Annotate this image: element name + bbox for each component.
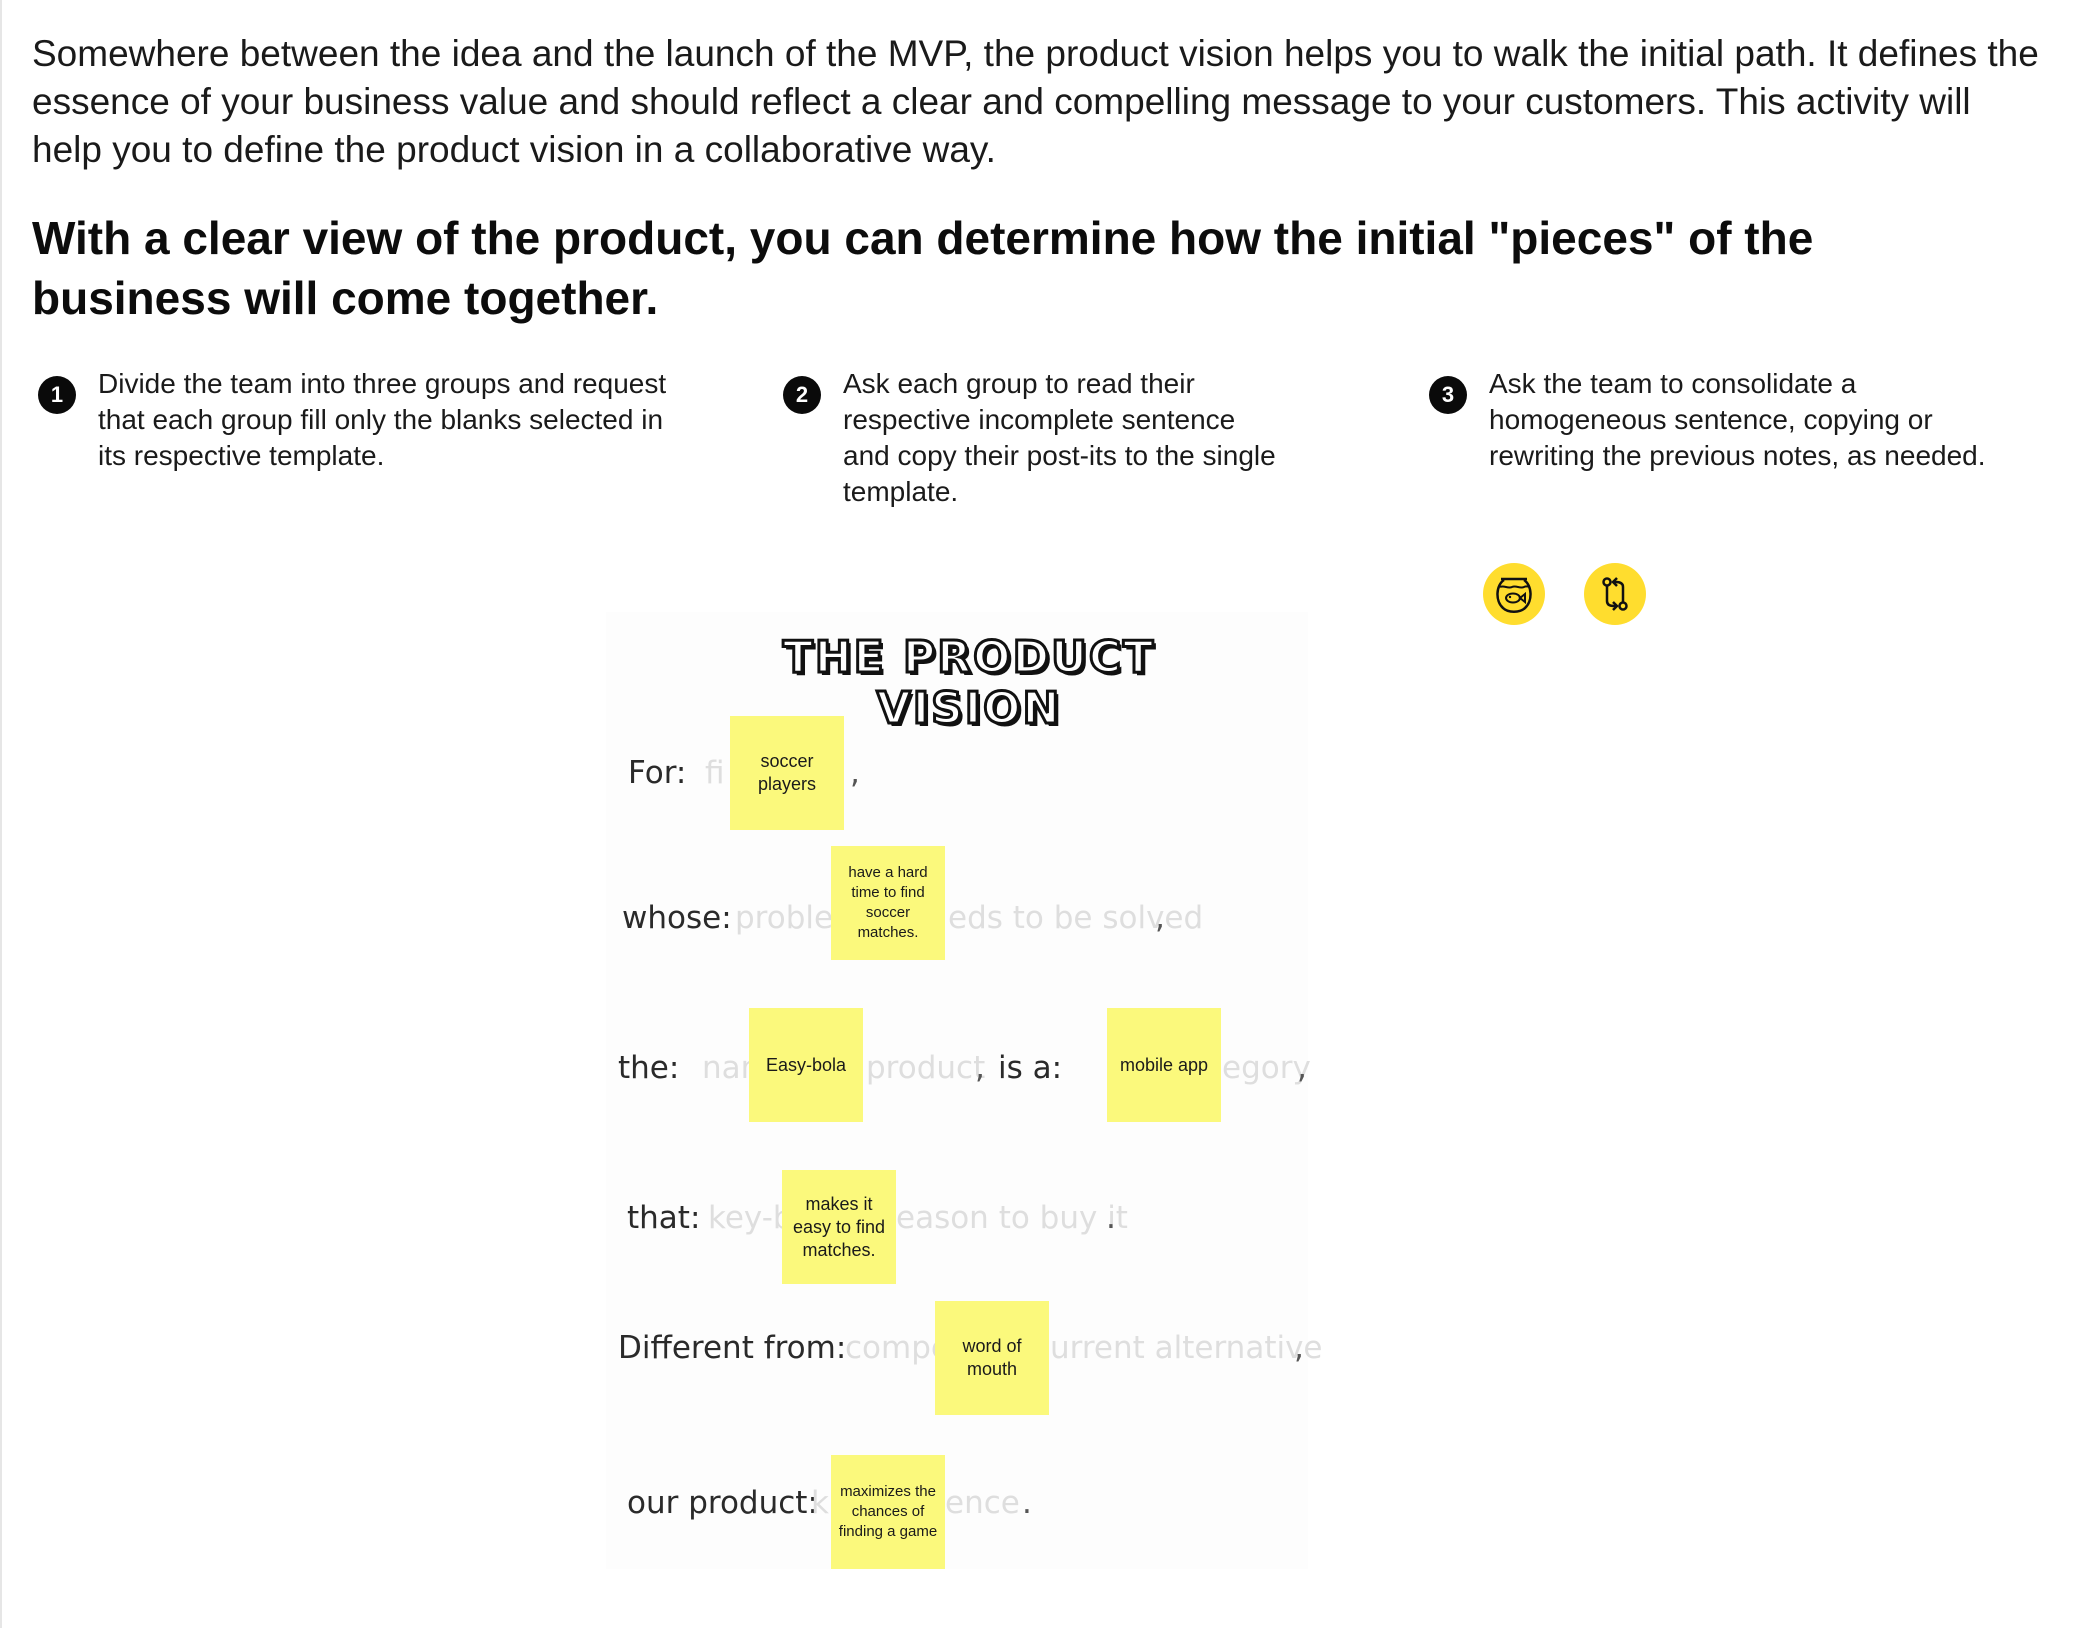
sticky-note[interactable]: soccer players	[730, 716, 844, 830]
headline: With a clear view of the product, you ca…	[32, 212, 1814, 324]
sticky-note[interactable]: have a hard time to find soccer matches.	[831, 846, 945, 960]
sticky-note[interactable]: makes it easy to find matches.	[782, 1170, 896, 1284]
label-that: that:	[627, 1200, 701, 1236]
step-number-badge: 1	[38, 376, 76, 414]
step-text: Ask the team to consolidate a homogeneou…	[1489, 368, 1986, 471]
punctuation: ,	[850, 755, 860, 791]
canvas-edge	[0, 0, 2, 1628]
sticky-note[interactable]: mobile app	[1107, 1008, 1221, 1122]
punctuation: ,	[1297, 1050, 1307, 1086]
label-is-a: is a:	[998, 1050, 1063, 1086]
placeholder-our-product-right: ence	[945, 1485, 1020, 1521]
placeholder-that-left: key-b	[708, 1200, 793, 1236]
placeholder-for: fi	[705, 755, 725, 791]
swap-icon-glyph	[1602, 577, 1628, 611]
sticky-note[interactable]: word of mouth	[935, 1301, 1049, 1415]
placeholder-that-right: eason to buy it	[896, 1200, 1128, 1236]
step-number-badge: 3	[1429, 376, 1467, 414]
label-for: For:	[628, 755, 687, 791]
fishbowl-icon[interactable]	[1483, 563, 1545, 625]
sticky-note[interactable]: maximizes the chances of finding a game	[831, 1455, 945, 1569]
punctuation: ,	[1155, 900, 1165, 936]
punctuation: .	[1106, 1200, 1116, 1236]
step-text: Divide the team into three groups and re…	[98, 368, 667, 471]
placeholder-different-from-right: urrent alternative	[1050, 1330, 1323, 1366]
placeholder-our-product-left: k	[811, 1485, 829, 1521]
swap-icon[interactable]	[1584, 563, 1646, 625]
step-number-badge: 2	[783, 376, 821, 414]
label-whose: whose:	[622, 900, 732, 936]
placeholder-the-right: product	[866, 1050, 986, 1086]
fishbowl-icon-glyph	[1496, 577, 1532, 613]
punctuation: .	[1022, 1485, 1032, 1521]
step-text: Ask each group to read their respective …	[843, 368, 1276, 507]
intro-paragraph: Somewhere between the idea and the launc…	[32, 33, 2039, 170]
punctuation: ,	[975, 1050, 985, 1086]
sticky-note[interactable]: Easy-bola	[749, 1008, 863, 1122]
punctuation: ,	[1294, 1330, 1304, 1366]
label-our-product: our product:	[627, 1485, 818, 1521]
label-the: the:	[618, 1050, 680, 1086]
placeholder-whose-right: eds to be solved	[948, 900, 1204, 936]
label-different-from: Different from:	[618, 1330, 847, 1366]
